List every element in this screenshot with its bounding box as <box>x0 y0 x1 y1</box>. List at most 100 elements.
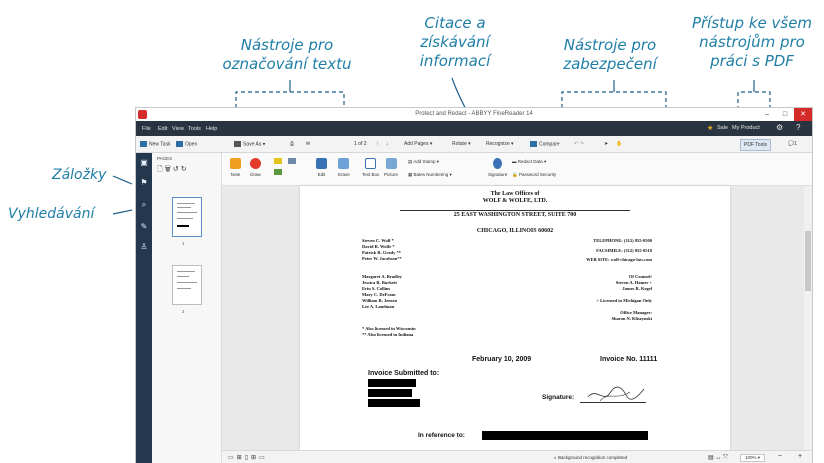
compare-label: Compare <box>539 141 560 148</box>
print-icon[interactable]: ⎙ <box>290 141 294 147</box>
eraser-icon <box>338 158 350 169</box>
menu-help[interactable]: Help <box>206 126 217 132</box>
scrollbar-thumb[interactable] <box>805 231 811 291</box>
page-thumbnail-1-number: 1 <box>182 241 185 246</box>
highlight-tool-icon[interactable] <box>274 158 282 164</box>
leader-search <box>112 209 133 215</box>
callout-bookmarks: Záložky <box>52 167 107 183</box>
signature-label-doc: Signature: <box>542 394 575 401</box>
vertical-scrollbar[interactable] <box>804 186 812 450</box>
firm-line-1: The Law Offices of <box>490 191 540 197</box>
folder-icon <box>176 141 183 147</box>
page-thumbnail-1[interactable] <box>172 197 202 237</box>
document-page[interactable]: The Law Offices of WOLF & WOLFE, LTD. 25… <box>300 186 730 450</box>
window-title: Protect and Redact - ABBYY FineReader 14 <box>415 111 533 117</box>
erase-button[interactable]: Erase <box>338 158 350 177</box>
page-counter[interactable]: 1 of 2 <box>354 141 367 147</box>
bookmarks-icon[interactable]: ⚑ <box>140 179 148 187</box>
attachments-icon[interactable]: ✎ <box>140 223 148 231</box>
callout-all-tools-label: Přístup ke všem nástrojům pro práci s PD… <box>691 14 813 70</box>
bates-numbering-label: Bates Numbering <box>413 172 449 177</box>
sale-star-icon: ★ <box>707 125 714 132</box>
wisconsin-note: * Also licensed in Wisconsin <box>362 326 416 331</box>
open-label: Open <box>185 141 198 148</box>
close-button[interactable]: ✕ <box>794 108 812 121</box>
redaction-block-1 <box>368 379 416 387</box>
draw-button[interactable]: Draw <box>250 158 261 177</box>
menu-tools[interactable]: Tools <box>188 126 201 132</box>
zoom-value: 100% <box>745 455 757 460</box>
signature-label: Signature <box>488 172 508 177</box>
callout-text-markup-label: Nástroje pro označování textu <box>222 36 352 73</box>
left-nav-bar: ▣ ⚑ ⌕ ✎ ♙ <box>136 153 152 463</box>
compare-button[interactable]: Compare <box>530 141 560 147</box>
add-pages-button[interactable]: Add Pages ▾ <box>404 141 432 147</box>
redaction-block-2 <box>368 389 412 397</box>
compare-icon <box>530 141 537 147</box>
zoom-out-icon[interactable]: − <box>778 453 782 460</box>
signature-button[interactable]: Signature <box>488 158 507 177</box>
redact-data-button[interactable]: ▬ Redact Data ▾ <box>512 159 546 165</box>
handwritten-signature <box>587 386 645 402</box>
redaction-block-3 <box>368 399 420 407</box>
fax-line: FACSIMILE: (312) 855-0510 <box>596 248 652 253</box>
picture-icon <box>385 158 397 169</box>
save-as-label: Save As <box>243 141 262 148</box>
undo-icon[interactable]: ↶ ↷ <box>574 141 584 147</box>
settings-gear-icon[interactable]: ⚙ <box>776 123 783 132</box>
recognition-status-text: Background recognition completed <box>557 455 628 460</box>
firm-line-2: WOLF & WOLFE, LTD. <box>482 198 548 204</box>
open-button[interactable]: Open <box>176 141 197 147</box>
lock-icon: 🔒 <box>512 172 518 177</box>
picture-button[interactable]: Picture <box>384 158 398 177</box>
bates-numbering-button[interactable]: ▦ Bates Numbering ▾ <box>408 172 452 178</box>
rotate-button[interactable]: Rotate ▾ <box>452 141 471 147</box>
callout-all-tools: Přístup ke všem nástrojům pro práci s PD… <box>682 14 822 71</box>
view-mode-icons[interactable]: ▭⊞▯⊞▭ <box>228 454 268 461</box>
minimize-button[interactable]: – <box>758 108 776 121</box>
sale-link[interactable]: Sale <box>717 125 728 131</box>
text-box-button[interactable]: Text Box <box>362 158 379 177</box>
email-icon[interactable]: ✉ <box>306 141 310 147</box>
save-as-button[interactable]: Save As ▾ <box>234 141 265 147</box>
pdf-tools-button[interactable]: PDF Tools <box>740 139 771 151</box>
address-rule <box>400 210 630 211</box>
maximize-button[interactable]: □ <box>776 108 794 121</box>
page-thumbnail-2[interactable] <box>172 265 202 305</box>
hand-tool-icon[interactable]: ✋ <box>616 141 622 147</box>
recognize-label: Recognize <box>486 141 510 147</box>
menu-view[interactable]: View <box>172 126 184 132</box>
search-icon[interactable]: ⌕ <box>140 201 148 209</box>
edit-button[interactable]: Edit <box>316 158 327 177</box>
underline-tool-icon[interactable] <box>288 158 296 164</box>
new-task-button[interactable]: New Task <box>140 141 171 147</box>
zoom-select[interactable]: 100% ▾ <box>740 454 766 462</box>
help-icon[interactable]: ? <box>796 123 800 132</box>
menu-file[interactable]: File <box>142 126 151 132</box>
note-icon <box>230 158 241 169</box>
select-cursor-icon[interactable]: ➤ <box>604 141 608 147</box>
fit-width-icon[interactable]: ▤ ↔ ⤧ <box>708 454 728 462</box>
recognize-button[interactable]: Recognize ▾ <box>486 141 514 147</box>
add-stamp-button[interactable]: ▤ Add Stamp ▾ <box>408 159 439 165</box>
page-up-icon[interactable]: ↑ <box>376 141 379 147</box>
password-security-button[interactable]: 🔒 Password Security <box>512 172 556 178</box>
note-button[interactable]: Note <box>230 158 241 177</box>
office-manager-name: Sharon N. Kliszynski <box>611 316 652 321</box>
page-down-icon[interactable]: ↓ <box>386 141 389 147</box>
menu-edit[interactable]: Edit <box>158 126 167 132</box>
names-left2-4: William R. Jensen <box>362 298 398 303</box>
document-area: The Law Offices of WOLF & WOLFE, LTD. 25… <box>222 186 812 450</box>
strikethrough-tool-icon[interactable] <box>274 169 282 175</box>
counsel-name-1: James R. Kegel <box>622 286 652 291</box>
pages-panel-tools[interactable]: 🗋🗑↺↻ <box>157 165 189 176</box>
callout-security-label: Nástroje pro zabezpečení <box>563 36 657 73</box>
comments-counter[interactable]: 💬1 <box>788 141 797 147</box>
erase-label: Erase <box>338 172 350 177</box>
text-box-label: Text Box <box>362 172 380 177</box>
callout-search: Vyhledávání <box>8 206 95 222</box>
my-product-link[interactable]: My Product <box>732 125 760 131</box>
zoom-in-icon[interactable]: + <box>798 453 802 460</box>
pages-icon[interactable]: ▣ <box>140 159 148 167</box>
signatures-icon[interactable]: ♙ <box>140 243 148 251</box>
